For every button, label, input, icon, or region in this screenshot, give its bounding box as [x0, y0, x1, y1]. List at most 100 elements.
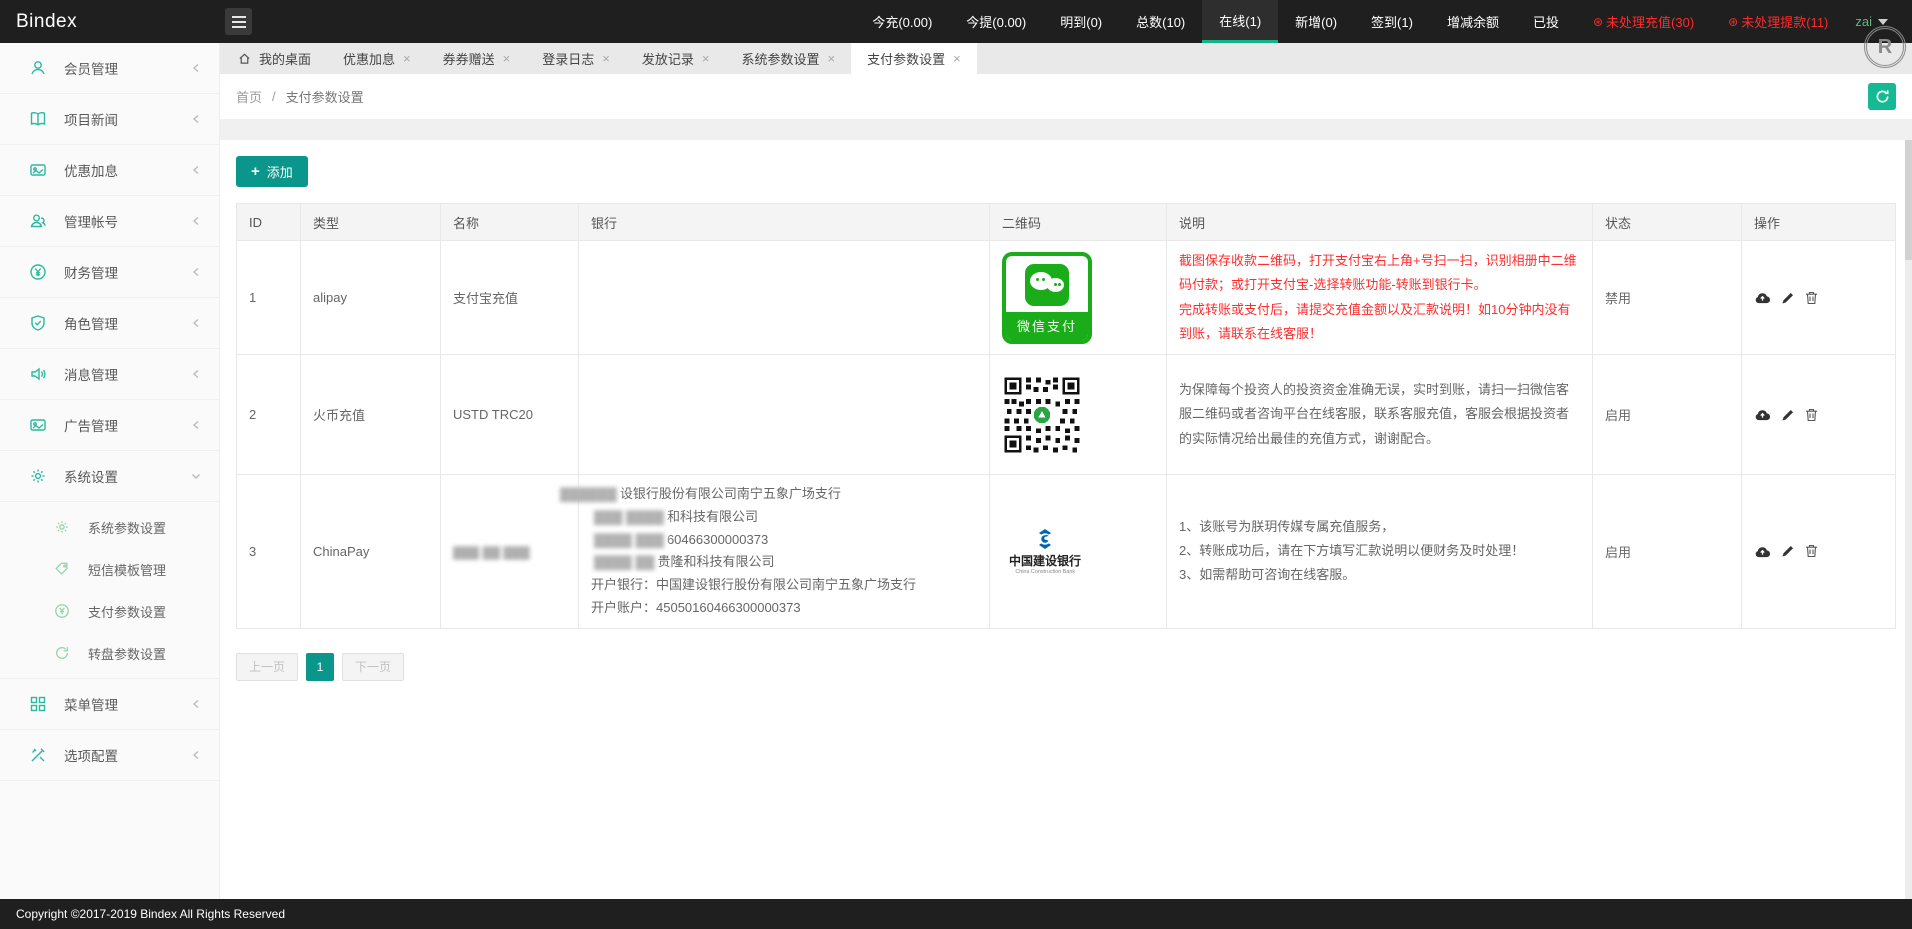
footer: Copyright ©2017-2019 Bindex All Rights R…: [0, 899, 1912, 929]
sidebar-item-promo-interest[interactable]: 优惠加息: [0, 145, 219, 196]
gear-icon: [28, 466, 48, 486]
gear-icon: [52, 517, 72, 537]
table-row: 1 alipay 支付宝充值 微信支付 截图保存收款二维码，打开支付宝右上角+号…: [236, 240, 1896, 355]
wechat-pay-label: 微信支付: [1006, 311, 1088, 340]
page-1-button[interactable]: 1: [306, 652, 335, 681]
col-qrcode: 二维码: [989, 203, 1167, 241]
sidebar: 会员管理 项目新闻 优惠加息 管理帐号 财务管理 角色管理 消息管理 广告管理 …: [0, 43, 220, 899]
tab-system-params[interactable]: 系统参数设置 ×: [725, 43, 851, 74]
add-button[interactable]: + 添加: [236, 156, 308, 187]
sidebar-item-wheel-params[interactable]: 转盘参数设置: [0, 632, 219, 674]
chevron-left-icon: [191, 318, 201, 328]
col-id: ID: [236, 203, 301, 241]
content-card: + 添加 ID 类型 名称 银行 二维码 说明 状态 操作 1 alipay 支…: [220, 140, 1912, 899]
cell-name: 支付宝充值: [440, 240, 579, 355]
wechat-icon: [1025, 263, 1069, 306]
close-icon[interactable]: ×: [503, 52, 511, 65]
cell-description: 为保障每个投资人的投资资金准确无误，实时到账，请扫一扫微信客服二维码或者咨询平台…: [1166, 354, 1593, 475]
upload-icon[interactable]: [1754, 544, 1771, 559]
hamburger-menu-icon[interactable]: [225, 8, 252, 35]
chevron-down-icon: [191, 471, 201, 481]
sidebar-item-system-params[interactable]: 系统参数设置: [0, 506, 219, 548]
close-icon[interactable]: ×: [602, 52, 610, 65]
sidebar-item-admin-accounts[interactable]: 管理帐号: [0, 196, 219, 247]
stat-signin[interactable]: 签到(1): [1354, 0, 1430, 43]
edit-icon[interactable]: [1781, 544, 1795, 558]
image-icon: [28, 415, 48, 435]
stat-online[interactable]: 在线(1): [1202, 0, 1279, 43]
caret-down-icon: [1878, 18, 1888, 25]
stat-today-withdraw[interactable]: 今提(0.00): [949, 0, 1043, 43]
col-bank: 银行: [578, 203, 990, 241]
cell-id: 1: [236, 240, 301, 355]
stat-new[interactable]: 新增(0): [1278, 0, 1354, 43]
sidebar-item-project-news[interactable]: 项目新闻: [0, 94, 219, 145]
cell-qrcode: 中国建设银行 China Construction Bank: [989, 474, 1167, 629]
refresh-button[interactable]: [1868, 83, 1896, 110]
close-icon[interactable]: ×: [702, 52, 710, 65]
chevron-left-icon: [191, 267, 201, 277]
cell-type: 火币充值: [300, 354, 441, 475]
tab-bar: 我的桌面 优惠加息 × 券券赠送 × 登录日志 × 发放记录 × 系统参数设置 …: [220, 43, 1912, 74]
stat-adjust-balance[interactable]: 增减余额: [1430, 0, 1516, 43]
scrollbar[interactable]: [1905, 140, 1912, 899]
col-name: 名称: [440, 203, 579, 241]
tab-promo-interest[interactable]: 优惠加息 ×: [327, 43, 427, 74]
sidebar-item-finance[interactable]: 财务管理: [0, 247, 219, 298]
table-row: 2 火币充值 USTD TRC20 为保障每个投资人的投资资金准确无误，实时到账…: [236, 354, 1896, 475]
cell-type: alipay: [300, 240, 441, 355]
upload-icon[interactable]: [1754, 290, 1771, 305]
sidebar-item-sms-templates[interactable]: 短信模板管理: [0, 548, 219, 590]
registered-watermark-icon: R: [1864, 26, 1906, 68]
delete-icon[interactable]: [1805, 291, 1818, 305]
stat-pending-withdraw[interactable]: ⊛ 未处理提款(11): [1711, 0, 1845, 43]
blurred-name: ▓▓▓ ▓▓ ▓▓▓: [453, 544, 530, 559]
refresh-icon: [1876, 90, 1889, 103]
stat-invested[interactable]: 已投: [1516, 0, 1576, 43]
ccb-logo-icon: [1034, 528, 1056, 550]
sidebar-item-system-settings[interactable]: 系统设置: [0, 451, 219, 502]
delete-icon[interactable]: [1805, 408, 1818, 422]
sidebar-item-options-config[interactable]: 选项配置: [0, 730, 219, 781]
upload-icon[interactable]: [1754, 407, 1771, 422]
sidebar-item-messages[interactable]: 消息管理: [0, 349, 219, 400]
next-page-button[interactable]: 下一页: [342, 652, 405, 681]
cell-bank: [578, 354, 990, 475]
breadcrumb-home[interactable]: 首页: [236, 87, 262, 106]
prev-page-button[interactable]: 上一页: [236, 652, 299, 681]
sidebar-item-roles[interactable]: 角色管理: [0, 298, 219, 349]
qr-code-image: [1002, 374, 1082, 455]
edit-icon[interactable]: [1781, 408, 1795, 422]
chevron-left-icon: [191, 420, 201, 430]
rotate-icon: [52, 643, 72, 663]
stat-due-tomorrow[interactable]: 明到(0): [1043, 0, 1119, 43]
wechat-pay-logo: 微信支付: [1002, 251, 1092, 344]
user-icon: [28, 58, 48, 78]
cell-bank: [578, 240, 990, 355]
cell-actions: [1741, 354, 1896, 475]
delete-icon[interactable]: [1805, 544, 1818, 558]
speaker-icon: [28, 364, 48, 384]
tab-login-log[interactable]: 登录日志 ×: [526, 43, 626, 74]
grid-icon: [28, 694, 48, 714]
tab-my-desktop[interactable]: 我的桌面: [222, 43, 327, 74]
tab-grant-record[interactable]: 发放记录 ×: [626, 43, 726, 74]
users-icon: [28, 211, 48, 231]
sidebar-item-menu-mgmt[interactable]: 菜单管理: [0, 679, 219, 730]
stat-total[interactable]: 总数(10): [1119, 0, 1202, 43]
spacer: [220, 119, 1912, 140]
edit-icon[interactable]: [1781, 291, 1795, 305]
copyright-text: Copyright ©2017-2019 Bindex All Rights R…: [16, 907, 285, 921]
tab-coupon-gift[interactable]: 券券赠送 ×: [427, 43, 527, 74]
tab-payment-params[interactable]: 支付参数设置 ×: [851, 43, 977, 74]
stat-pending-recharge[interactable]: ⊛ 未处理充值(30): [1576, 0, 1711, 43]
close-icon[interactable]: ×: [953, 52, 961, 65]
close-icon[interactable]: ×: [827, 52, 835, 65]
col-status: 状态: [1592, 203, 1742, 241]
sidebar-item-members[interactable]: 会员管理: [0, 43, 219, 94]
stat-today-recharge[interactable]: 今充(0.00): [855, 0, 949, 43]
col-actions: 操作: [1741, 203, 1896, 241]
sidebar-item-ads[interactable]: 广告管理: [0, 400, 219, 451]
close-icon[interactable]: ×: [403, 52, 411, 65]
sidebar-item-payment-params[interactable]: 支付参数设置: [0, 590, 219, 632]
